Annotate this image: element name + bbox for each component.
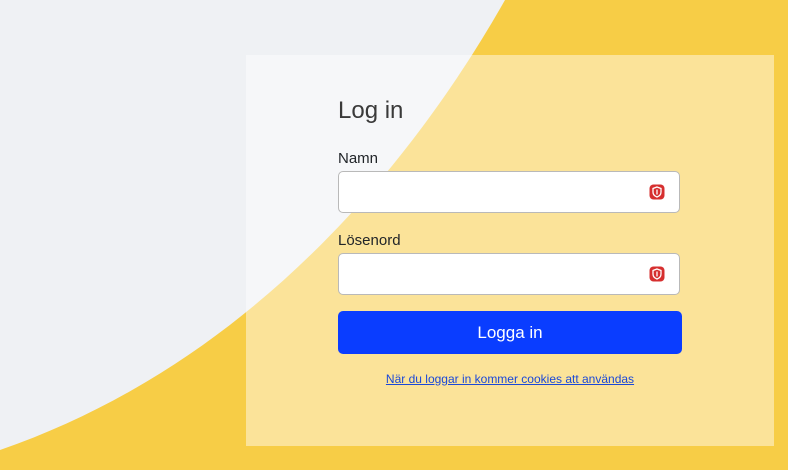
password-manager-shield-icon[interactable] [649,184,665,200]
password-field[interactable] [338,253,680,295]
name-field[interactable] [338,171,680,213]
login-card: Log in Namn Lösenord Logga in När du log… [246,55,774,446]
page-title: Log in [338,97,404,124]
password-label: Lösenord [338,232,401,249]
password-input[interactable] [339,254,639,294]
name-label: Namn [338,150,379,167]
password-manager-shield-icon[interactable] [649,266,665,282]
name-input[interactable] [339,172,639,212]
login-button[interactable]: Logga in [338,311,682,354]
login-page: Log in Namn Lösenord Logga in När du log… [0,0,788,470]
cookie-notice-link[interactable]: När du loggar in kommer cookies att anvä… [338,372,682,386]
